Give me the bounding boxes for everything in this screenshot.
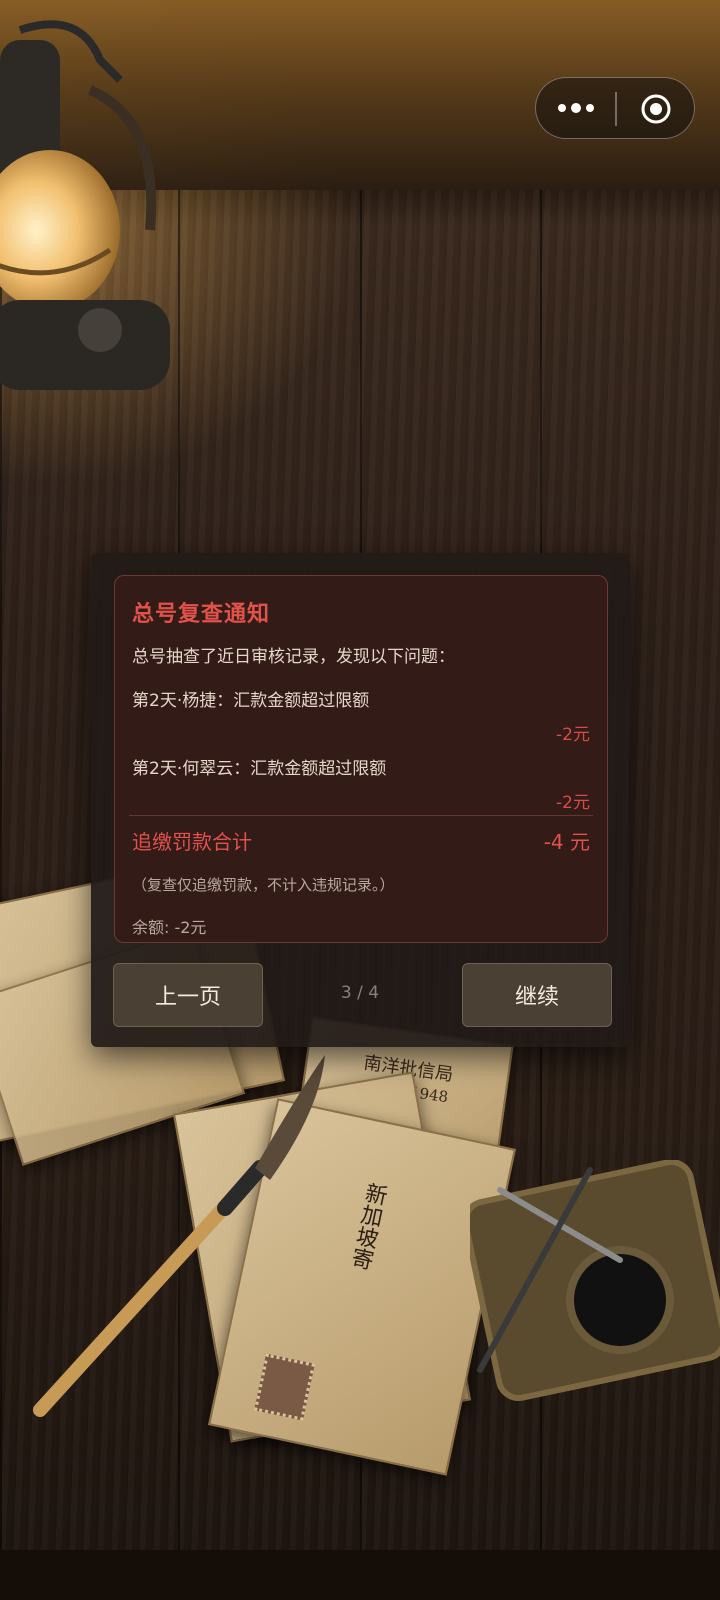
- desk-edge: [0, 1550, 720, 1600]
- total-label: 追缴罚款合计: [132, 830, 252, 854]
- total-value: -4 元: [543, 830, 590, 854]
- balance-text: 余额: -2元: [132, 918, 207, 937]
- oil-lamp-icon: [0, 20, 170, 390]
- review-dialog: 总号复查通知 总号抽查了近日审核记录，发现以下问题： 第2天·杨捷：汇款金额超过…: [91, 553, 629, 1047]
- notice-panel: 总号复查通知 总号抽查了近日审核记录，发现以下问题： 第2天·杨捷：汇款金额超过…: [114, 575, 608, 943]
- continue-button[interactable]: 继续: [462, 963, 612, 1027]
- issue-penalty: -2元: [556, 793, 590, 813]
- notice-intro: 总号抽查了近日审核记录，发现以下问题：: [132, 647, 455, 667]
- divider: [129, 815, 593, 816]
- issue-text: 第2天·杨捷：汇款金额超过限额: [132, 691, 370, 711]
- mini-program-capsule: [535, 77, 695, 139]
- issue-penalty: -2元: [556, 725, 590, 745]
- calligraphy-brush-icon: [33, 1055, 325, 1417]
- more-dots-icon[interactable]: [558, 96, 598, 120]
- notice-title: 总号复查通知: [132, 602, 271, 627]
- envelope-address: 新加坡寄: [345, 1180, 389, 1272]
- target-circle-icon[interactable]: [640, 93, 672, 125]
- inkwell-icon: [470, 1160, 720, 1402]
- game-scene: 南洋批信局 1948 新加坡寄 总号复查通知 总号抽查了近日审核记录，发现以下问: [0, 0, 720, 1600]
- capsule-divider: [615, 92, 617, 126]
- notice-note: （复查仅追缴罚款，不计入违规记录。）: [132, 876, 395, 894]
- issue-text: 第2天·何翠云：汇款金额超过限额: [132, 759, 387, 779]
